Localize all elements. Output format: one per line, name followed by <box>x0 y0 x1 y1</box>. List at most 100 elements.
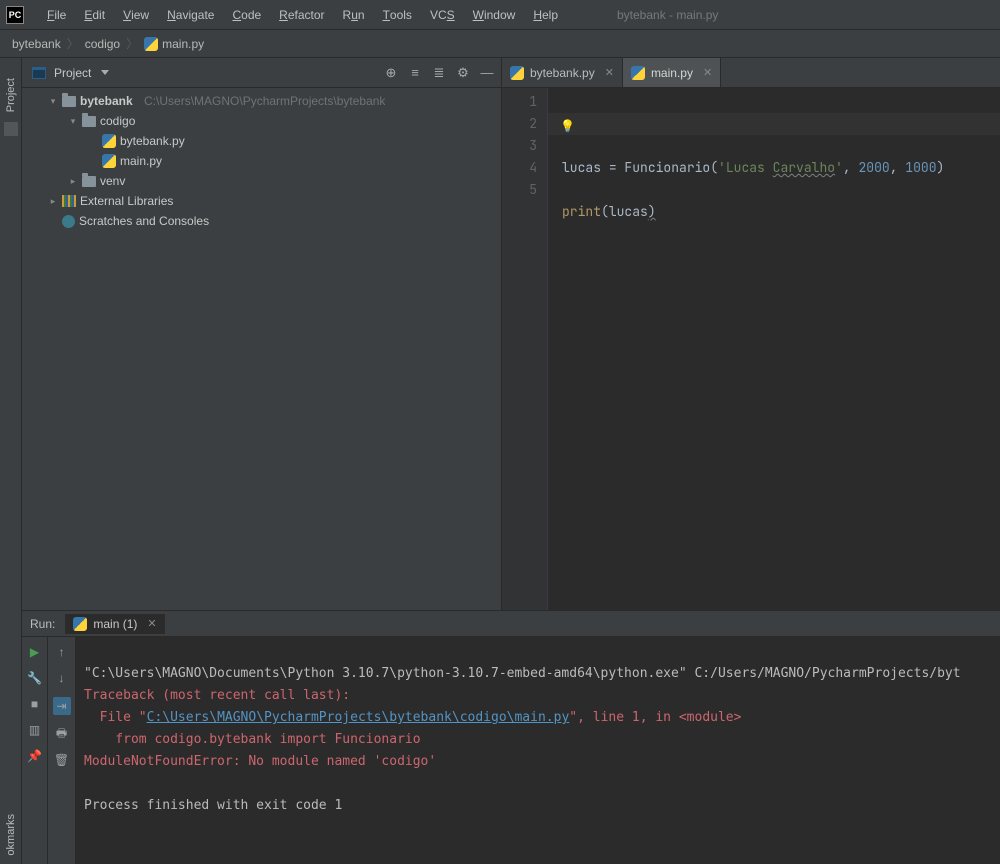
console-line-error: File " <box>84 710 147 725</box>
libraries-icon <box>62 195 76 207</box>
menu-item-window[interactable]: Window <box>464 0 525 29</box>
breadcrumb-item[interactable]: codigo <box>85 37 120 51</box>
stop-icon[interactable]: ■ <box>28 697 42 711</box>
run-tab[interactable]: main (1) ✕ <box>65 614 164 634</box>
line-number: 1 <box>502 91 537 113</box>
editor-content[interactable]: 💡 from codigo.bytebank import Funcionari… <box>548 88 1000 610</box>
tree-label: Scratches and Consoles <box>79 214 209 228</box>
project-toolwindow-tab[interactable]: Project <box>5 78 17 112</box>
tree-row-folder[interactable]: codigo <box>22 111 501 131</box>
tree-label: main.py <box>120 154 162 168</box>
expand-all-icon[interactable]: ≡ <box>407 65 423 81</box>
folder-icon <box>82 176 96 187</box>
python-file-icon <box>631 66 645 80</box>
expand-arrow-icon[interactable] <box>48 196 58 207</box>
python-file-icon <box>73 617 87 631</box>
hide-icon[interactable]: — <box>479 65 495 81</box>
python-file-icon <box>144 37 158 51</box>
menu-item-tools[interactable]: Tools <box>374 0 421 29</box>
console-line-error: ModuleNotFoundError: No module named 'co… <box>84 754 436 769</box>
bookmarks-toolwindow-tab[interactable]: okmarks <box>5 814 17 856</box>
dropdown-icon[interactable] <box>101 70 109 75</box>
tree-label: venv <box>100 174 125 188</box>
soft-wrap-icon[interactable]: ⇥ <box>53 697 71 715</box>
down-arrow-icon[interactable]: ↓ <box>55 671 69 685</box>
current-line-highlight <box>548 113 1000 135</box>
chevron-right-icon: 〉 <box>67 35 79 52</box>
layout-icon[interactable]: ▥ <box>28 723 42 737</box>
run-tab-label: main (1) <box>93 617 137 631</box>
trash-icon[interactable]: 🗑 <box>55 753 69 767</box>
tree-label: codigo <box>100 114 135 128</box>
app-logo-icon: PC <box>6 6 24 24</box>
locate-icon[interactable]: ⊕ <box>383 65 399 81</box>
chevron-right-icon: 〉 <box>126 35 138 52</box>
menu-item-refactor[interactable]: Refactor <box>270 0 333 29</box>
console-line-error: ", line 1, in <module> <box>569 710 741 725</box>
project-tree[interactable]: bytebank C:\Users\MAGNO\PycharmProjects\… <box>22 88 501 610</box>
tree-row-folder[interactable]: venv <box>22 171 501 191</box>
python-file-icon <box>102 134 116 148</box>
tree-row-external-libs[interactable]: External Libraries <box>22 191 501 211</box>
run-tool-window: Run: main (1) ✕ ▶ 🔧 ■ ▥ 📌 ↑ ↓ ⇥ 🖶 🗑 <box>22 611 1000 864</box>
tree-row-file[interactable]: main.py <box>22 151 501 171</box>
tab-label: bytebank.py <box>530 66 595 80</box>
breadcrumb-item[interactable]: bytebank <box>12 37 61 51</box>
project-tool-window: Project ⊕ ≡ ≣ ⚙ — bytebank C:\Users\MAGN… <box>22 58 502 610</box>
tree-path: C:\Users\MAGNO\PycharmProjects\bytebank <box>144 94 385 108</box>
close-icon[interactable]: ✕ <box>605 66 614 79</box>
tree-label: bytebank <box>80 94 133 108</box>
expand-arrow-icon[interactable] <box>48 96 58 107</box>
gear-icon[interactable]: ⚙ <box>455 65 471 81</box>
editor-tab-active[interactable]: main.py ✕ <box>623 58 721 87</box>
tree-row-root[interactable]: bytebank C:\Users\MAGNO\PycharmProjects\… <box>22 91 501 111</box>
scratches-icon <box>62 215 75 228</box>
code-token: ' <box>835 159 843 176</box>
run-console[interactable]: "C:\Users\MAGNO\Documents\Python 3.10.7\… <box>76 637 1000 864</box>
code-token: lucas <box>609 203 648 220</box>
collapse-all-icon[interactable]: ≣ <box>431 65 447 81</box>
editor-gutter[interactable]: 1 2 3 4 5 <box>502 88 548 610</box>
code-token: ( <box>601 203 609 220</box>
menu-item-vcs[interactable]: VCS <box>421 0 464 29</box>
menu-item-view[interactable]: View <box>114 0 158 29</box>
code-token: Funcionario <box>624 159 710 176</box>
tree-row-file[interactable]: bytebank.py <box>22 131 501 151</box>
menu-item-file[interactable]: File <box>38 0 75 29</box>
breadcrumb-item[interactable]: main.py <box>162 37 204 51</box>
code-token: Carvalho <box>773 159 835 176</box>
print-icon[interactable]: 🖶 <box>55 727 69 741</box>
folder-icon <box>82 116 96 127</box>
code-token: , <box>890 159 906 176</box>
expand-arrow-icon[interactable] <box>68 116 78 127</box>
code-token: 2000 <box>858 159 889 176</box>
editor-tabs: bytebank.py ✕ main.py ✕ <box>502 58 1000 88</box>
project-view-icon <box>32 67 46 79</box>
menu-item-run[interactable]: Run <box>334 0 374 29</box>
up-arrow-icon[interactable]: ↑ <box>55 645 69 659</box>
editor-tab[interactable]: bytebank.py ✕ <box>502 58 623 87</box>
menu-item-edit[interactable]: Edit <box>75 0 114 29</box>
python-file-icon <box>510 66 524 80</box>
console-line-error: Traceback (most recent call last): <box>84 688 350 703</box>
menu-item-help[interactable]: Help <box>524 0 567 29</box>
menu-item-code[interactable]: Code <box>223 0 270 29</box>
pin-icon[interactable]: 📌 <box>28 749 42 763</box>
code-token: lucas <box>562 159 609 176</box>
wrench-icon[interactable]: 🔧 <box>28 671 42 685</box>
tree-row-scratches[interactable]: Scratches and Consoles <box>22 211 501 231</box>
code-token: 'Lucas <box>718 159 773 176</box>
console-file-link[interactable]: C:\Users\MAGNO\PycharmProjects\bytebank\… <box>147 710 570 725</box>
code-token: 1000 <box>905 159 936 176</box>
code-token: = <box>609 159 625 176</box>
expand-arrow-icon[interactable] <box>68 176 78 187</box>
project-icon <box>4 122 18 136</box>
bulb-icon[interactable]: 💡 <box>560 115 575 137</box>
tree-label: External Libraries <box>80 194 173 208</box>
close-icon[interactable]: ✕ <box>703 66 712 79</box>
close-icon[interactable]: ✕ <box>147 617 156 630</box>
menu-item-navigate[interactable]: Navigate <box>158 0 223 29</box>
window-title: bytebank - main.py <box>617 8 718 22</box>
rerun-icon[interactable]: ▶ <box>28 645 42 659</box>
project-view-title[interactable]: Project <box>54 66 91 80</box>
